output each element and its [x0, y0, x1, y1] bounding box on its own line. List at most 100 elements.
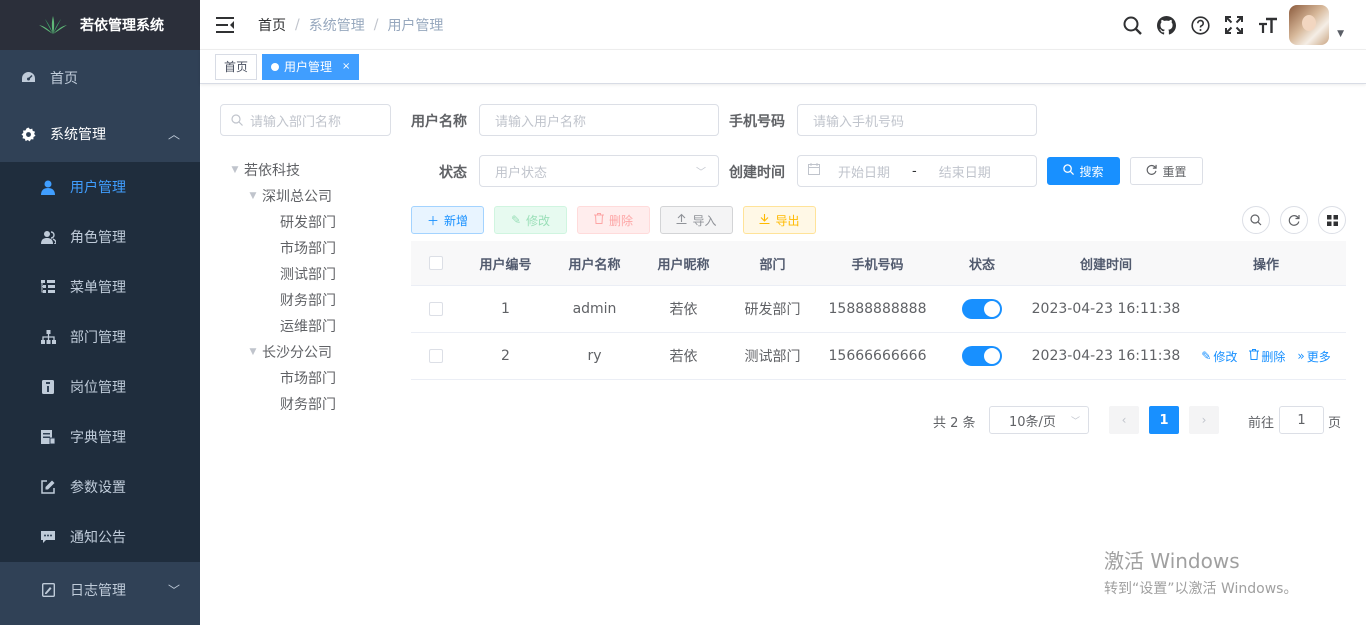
sidebar-item-dict[interactable]: 字典管理: [0, 412, 200, 462]
status-cell: [938, 299, 1026, 319]
menu-log-label: 日志管理: [70, 583, 126, 599]
sidebar-item-post[interactable]: 岗位管理: [0, 362, 200, 412]
add-button[interactable]: ＋ 新增: [411, 206, 484, 234]
dept-search-input[interactable]: 请输入部门名称: [220, 104, 391, 136]
tree-node-label: 深圳总公司: [262, 189, 332, 205]
row-edit-link[interactable]: ✎ 修改: [1201, 348, 1237, 365]
sidebar-item-role[interactable]: 角色管理: [0, 212, 200, 262]
trash-icon: [593, 213, 604, 227]
sidebar-item-user[interactable]: 用户管理: [0, 162, 200, 212]
tag-user[interactable]: 用户管理 ×: [262, 53, 360, 80]
menu-system-label: 系统管理: [50, 127, 106, 143]
sidebar-item-config[interactable]: 参数设置: [0, 462, 200, 512]
search-icon[interactable]: [1115, 0, 1149, 50]
date-range-picker[interactable]: 开始日期 - 结束日期: [797, 155, 1037, 187]
sidebar-item-notice[interactable]: 通知公告: [0, 512, 200, 562]
refresh-icon: [1146, 164, 1158, 178]
breadcrumb-system: 系统管理: [308, 17, 365, 34]
caret-down-icon[interactable]: ▼: [244, 191, 262, 201]
download-icon: [759, 213, 770, 227]
prev-page-button[interactable]: ‹: [1109, 406, 1139, 434]
sidebar-item-label: 用户管理: [70, 180, 126, 196]
menu-home[interactable]: 首页: [0, 50, 200, 106]
watermark-title: 激活 Windows: [1104, 549, 1240, 573]
chevron-up-icon: ︿: [167, 127, 180, 142]
sidebar-item-menu[interactable]: 菜单管理: [0, 262, 200, 312]
delete-button[interactable]: 删除: [577, 206, 650, 234]
menu-system[interactable]: 系统管理 ︿: [0, 106, 200, 162]
tree-node-label: 长沙分公司: [262, 345, 332, 361]
logo-icon: [39, 16, 67, 34]
cell-username: ry: [587, 348, 602, 364]
row-delete-link[interactable]: 删除: [1249, 348, 1285, 365]
chevron-down-icon: ﹀: [167, 583, 180, 598]
tree-node-leaf[interactable]: 市场部门: [226, 235, 396, 261]
status-switch[interactable]: [962, 346, 1002, 366]
toggle-search-button[interactable]: [1242, 206, 1270, 234]
tree-node-leaf[interactable]: 测试部门: [226, 261, 396, 287]
tree-node-branch[interactable]: ▼ 长沙分公司: [226, 339, 396, 365]
size-icon[interactable]: [1251, 0, 1285, 50]
caret-down-icon[interactable]: ▼: [1337, 29, 1344, 39]
column-header: 状态: [968, 257, 995, 273]
tree-node-label: 运维部门: [280, 319, 336, 335]
page-size-select[interactable]: 10条/页 ﹀: [989, 406, 1089, 434]
reset-button[interactable]: 重置: [1130, 157, 1203, 185]
row-delete-label: 删除: [1261, 349, 1286, 364]
row-checkbox[interactable]: [429, 349, 443, 363]
status-switch[interactable]: [962, 299, 1002, 319]
row-checkbox[interactable]: [429, 302, 443, 316]
avatar[interactable]: [1289, 5, 1330, 45]
columns-button[interactable]: [1318, 206, 1346, 234]
caret-down-icon[interactable]: ▼: [244, 347, 262, 357]
cell-phone: 15666666666: [828, 348, 927, 364]
close-icon[interactable]: ×: [342, 55, 350, 79]
edit-icon: [40, 479, 56, 495]
page-size-value: 10条/页: [1009, 414, 1056, 430]
row-more-link[interactable]: » 更多: [1297, 348, 1330, 365]
phone-placeholder: 请输入手机号码: [813, 114, 905, 130]
status-placeholder: 用户状态: [495, 165, 548, 181]
delete-button-label: 删除: [608, 213, 633, 228]
caret-down-icon[interactable]: ▼: [226, 165, 244, 175]
github-icon[interactable]: [1149, 0, 1183, 50]
menu-log[interactable]: 日志管理 ﹀: [0, 562, 200, 618]
logo[interactable]: 若依管理系统: [0, 0, 200, 50]
tree-node-leaf[interactable]: 财务部门: [226, 391, 396, 417]
import-button[interactable]: 导入: [660, 206, 733, 234]
sidebar-item-dept[interactable]: 部门管理: [0, 312, 200, 362]
breadcrumb-home[interactable]: 首页: [258, 15, 286, 35]
status-select[interactable]: 用户状态 ﹀: [479, 155, 719, 187]
phone-input[interactable]: 请输入手机号码: [797, 104, 1037, 136]
fullscreen-icon[interactable]: [1217, 0, 1251, 50]
page-number-current[interactable]: 1: [1149, 406, 1179, 434]
tree-node-leaf[interactable]: 研发部门: [226, 209, 396, 235]
edit-button[interactable]: ✎ 修改: [494, 206, 567, 234]
export-button[interactable]: 导出: [743, 206, 816, 234]
username-label: 用户名称: [411, 114, 467, 130]
table-row[interactable]: 2 ry 若依 测试部门 15666666666 2023-04-23 16:1…: [411, 333, 1346, 380]
app-title: 若依管理系统: [80, 18, 164, 34]
tree-node-root[interactable]: ▼ 若依科技: [226, 157, 396, 183]
search-icon: [1250, 214, 1262, 226]
select-all-checkbox[interactable]: [429, 256, 443, 270]
question-icon[interactable]: [1183, 0, 1217, 50]
table-row[interactable]: 1 admin 若依 研发部门 15888888888 2023-04-23 1…: [411, 286, 1346, 333]
cell-username: admin: [572, 301, 617, 317]
tree-node-leaf[interactable]: 运维部门: [226, 313, 396, 339]
goto-page-input[interactable]: 1: [1279, 406, 1324, 434]
hamburger-icon[interactable]: [216, 16, 234, 34]
refresh-button[interactable]: [1280, 206, 1308, 234]
tree-node-leaf[interactable]: 市场部门: [226, 365, 396, 391]
username-input[interactable]: 请输入用户名称: [479, 104, 719, 136]
column-header: 用户昵称: [657, 257, 710, 273]
next-page-button[interactable]: ›: [1189, 406, 1219, 434]
search-button[interactable]: 搜索: [1047, 157, 1120, 185]
tag-home[interactable]: 首页: [215, 53, 258, 80]
tree-node-branch[interactable]: ▼ 深圳总公司: [226, 183, 396, 209]
calendar-icon: [808, 163, 820, 179]
tree-node-leaf[interactable]: 财务部门: [226, 287, 396, 313]
cell-dept: 测试部门: [744, 349, 801, 365]
dashboard-icon: [20, 70, 36, 86]
post-icon: [40, 379, 56, 395]
